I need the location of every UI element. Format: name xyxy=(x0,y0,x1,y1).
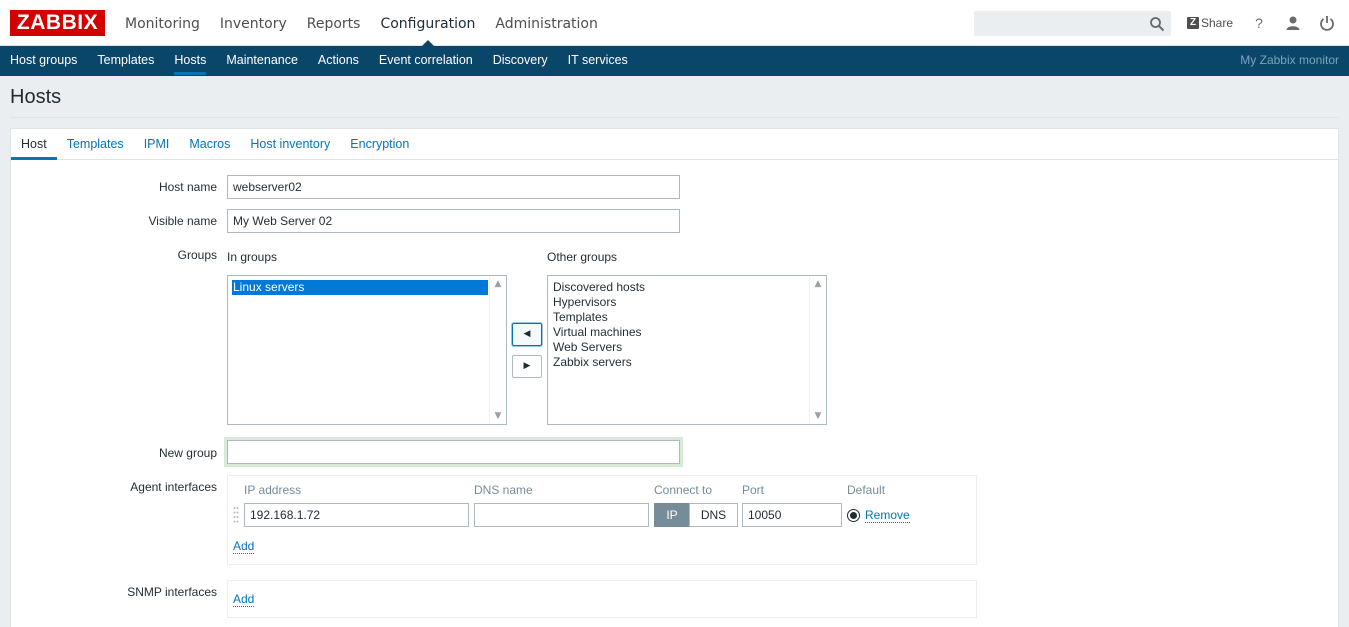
title-divider xyxy=(10,117,1339,118)
other-group-option[interactable]: Zabbix servers xyxy=(552,355,808,370)
arrow-left-icon: ◀ xyxy=(523,329,531,339)
main-menu-inventory[interactable]: Inventory xyxy=(210,0,297,46)
sub-menu-host-groups[interactable]: Host groups xyxy=(0,46,87,76)
tab-encryption[interactable]: Encryption xyxy=(340,129,419,159)
sub-menu-event-correlation[interactable]: Event correlation xyxy=(369,46,483,76)
default-interface-radio[interactable] xyxy=(847,509,860,522)
agent-port-input[interactable] xyxy=(742,503,842,527)
agent-ip-input[interactable] xyxy=(244,503,469,527)
other-groups-listbox[interactable]: Discovered hosts Hypervisors Templates V… xyxy=(547,275,827,425)
agent-interfaces-label: Agent interfaces xyxy=(130,480,217,494)
connect-to-header: Connect to xyxy=(654,483,713,497)
page-title: Hosts xyxy=(10,86,62,108)
other-groups-items: Discovered hosts Hypervisors Templates V… xyxy=(552,280,808,370)
sub-menu: Host groups Templates Hosts Maintenance … xyxy=(0,46,638,76)
tab-ipmi[interactable]: IPMI xyxy=(134,129,180,159)
sub-menu-it-services[interactable]: IT services xyxy=(558,46,638,76)
visible-name-label: Visible name xyxy=(148,214,217,228)
other-group-option[interactable]: Hypervisors xyxy=(552,295,808,310)
new-group-label: New group xyxy=(158,446,217,460)
add-snmp-interface-link[interactable]: Add xyxy=(233,593,255,607)
other-groups-scrollbar[interactable]: ▲ ▼ xyxy=(809,276,826,424)
connect-ip-toggle[interactable]: IP xyxy=(654,503,690,527)
sub-menu-maintenance[interactable]: Maintenance xyxy=(216,46,308,76)
sub-menu-templates[interactable]: Templates xyxy=(87,46,164,76)
other-group-option[interactable]: Virtual machines xyxy=(552,325,808,340)
sign-out-icon[interactable] xyxy=(1318,14,1336,32)
search-icon[interactable] xyxy=(1149,16,1165,32)
host-name-input[interactable] xyxy=(227,175,680,199)
visible-name-input[interactable] xyxy=(227,209,680,233)
other-group-option[interactable]: Discovered hosts xyxy=(552,280,808,295)
top-header: ZABBIX Monitoring Inventory Reports Conf… xyxy=(0,0,1349,46)
search-input[interactable] xyxy=(975,12,1145,35)
main-menu-configuration[interactable]: Configuration xyxy=(370,0,485,46)
arrow-right-icon: ▶ xyxy=(523,361,531,371)
other-groups-label: Other groups xyxy=(547,250,618,264)
zabbix-logo[interactable]: ZABBIX xyxy=(10,10,105,36)
dns-name-header: DNS name xyxy=(474,483,533,497)
in-group-option[interactable]: Linux servers xyxy=(232,280,488,295)
main-menu-monitoring[interactable]: Monitoring xyxy=(115,0,210,46)
user-profile-icon[interactable] xyxy=(1284,14,1302,32)
scroll-down-icon[interactable]: ▼ xyxy=(490,408,506,424)
sub-menu-discovery[interactable]: Discovery xyxy=(483,46,558,76)
new-group-input[interactable] xyxy=(227,440,680,464)
agent-interfaces-box: IP address DNS name Connect to Port Defa… xyxy=(227,475,977,565)
move-to-other-groups-button[interactable]: ▶ xyxy=(512,355,542,378)
main-menu-reports[interactable]: Reports xyxy=(297,0,371,46)
scroll-down-icon[interactable]: ▼ xyxy=(810,408,826,424)
main-menu: Monitoring Inventory Reports Configurati… xyxy=(115,0,608,46)
scroll-up-icon[interactable]: ▲ xyxy=(810,276,826,292)
share-button[interactable]: Z Share xyxy=(1187,16,1233,30)
port-header: Port xyxy=(742,483,765,497)
drag-handle-icon[interactable] xyxy=(233,506,239,524)
share-label: Share xyxy=(1201,16,1234,30)
connect-dns-toggle[interactable]: DNS xyxy=(689,503,738,527)
other-group-option[interactable]: Templates xyxy=(552,310,808,325)
server-name: My Zabbix monitor xyxy=(1240,53,1339,67)
snmp-interfaces-box: Add xyxy=(227,580,977,618)
form-tabs: Host Templates IPMI Macros Host inventor… xyxy=(11,129,1338,160)
add-agent-interface-link[interactable]: Add xyxy=(233,540,255,554)
tab-templates[interactable]: Templates xyxy=(57,129,134,159)
remove-interface-link[interactable]: Remove xyxy=(865,509,910,523)
in-groups-listbox[interactable]: Linux servers ▲ ▼ xyxy=(227,275,507,425)
tab-host[interactable]: Host xyxy=(11,129,57,160)
tab-macros[interactable]: Macros xyxy=(179,129,240,159)
help-icon[interactable]: ? xyxy=(1250,14,1268,32)
other-group-option[interactable]: Web Servers xyxy=(552,340,808,355)
main-menu-administration[interactable]: Administration xyxy=(485,0,607,46)
sub-menu-bar: Host groups Templates Hosts Maintenance … xyxy=(0,46,1349,76)
host-form-panel: Host Templates IPMI Macros Host inventor… xyxy=(10,128,1339,627)
search-box xyxy=(974,11,1171,36)
tab-host-inventory[interactable]: Host inventory xyxy=(240,129,340,159)
sub-menu-actions[interactable]: Actions xyxy=(308,46,369,76)
move-to-in-groups-button[interactable]: ◀ xyxy=(512,323,542,346)
scroll-up-icon[interactable]: ▲ xyxy=(490,276,506,292)
in-groups-label: In groups xyxy=(227,250,278,264)
in-groups-items: Linux servers xyxy=(232,280,488,295)
host-name-label: Host name xyxy=(158,180,217,194)
agent-dns-input[interactable] xyxy=(474,503,649,527)
default-header: Default xyxy=(847,483,886,497)
zabbix-share-icon: Z xyxy=(1187,17,1199,29)
sub-menu-hosts[interactable]: Hosts xyxy=(164,46,216,76)
snmp-interfaces-label: SNMP interfaces xyxy=(127,585,217,599)
ip-address-header: IP address xyxy=(244,483,302,497)
groups-label: Groups xyxy=(177,248,217,262)
in-groups-scrollbar[interactable]: ▲ ▼ xyxy=(489,276,506,424)
